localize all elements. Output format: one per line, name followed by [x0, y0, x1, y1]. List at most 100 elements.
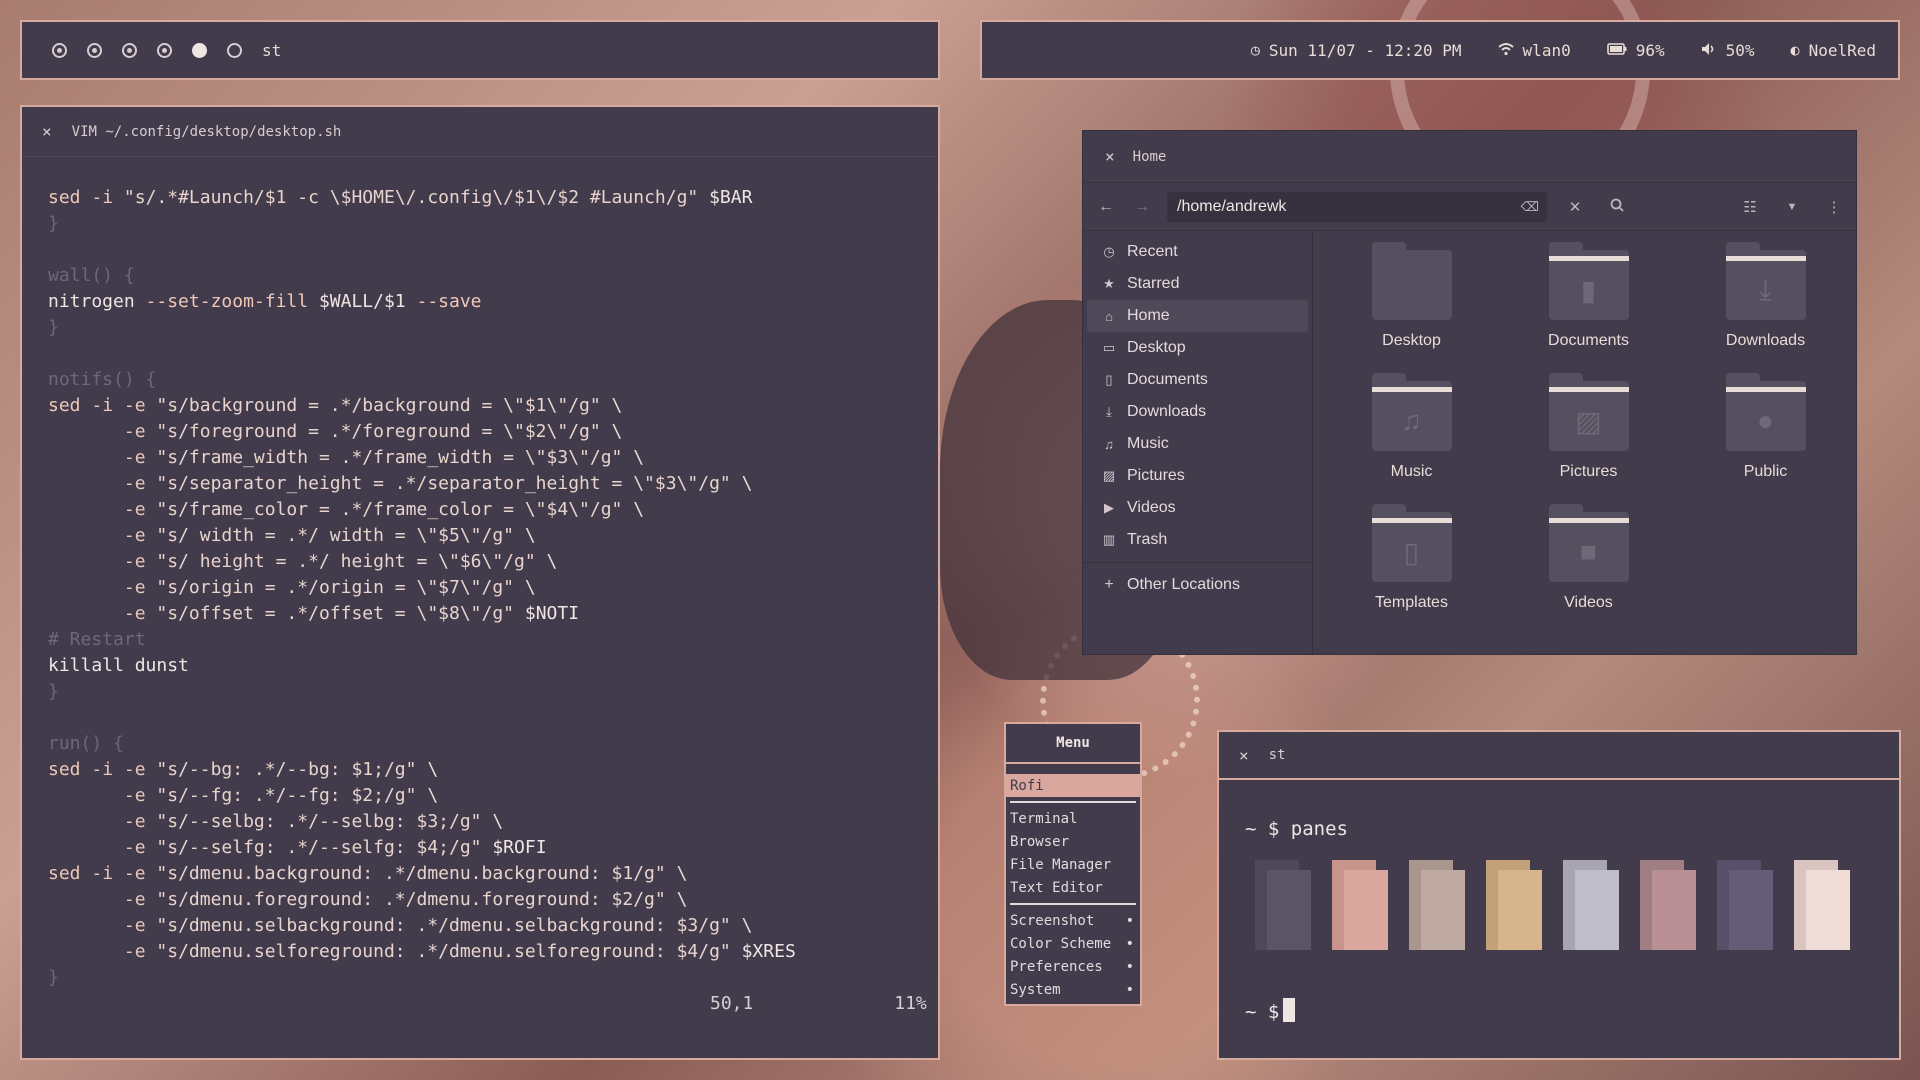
swatch-front — [1498, 870, 1542, 950]
vim-title: VIM ~/.config/desktop/desktop.sh — [71, 123, 342, 140]
network-text: wlan0 — [1522, 40, 1571, 60]
menu-item-system[interactable]: System • — [1006, 978, 1140, 1001]
color-swatch — [1794, 860, 1850, 950]
vim-window[interactable]: × VIM ~/.config/desktop/desktop.sh sed -… — [20, 105, 940, 1060]
downloads-folder-icon: ⤓ — [1725, 242, 1806, 320]
menu-title: Menu — [1006, 724, 1140, 764]
files-toolbar: ← → /home/andrewk ⌫ ✕ ☷ ▼ ⋮ — [1083, 183, 1856, 231]
st-terminal-window[interactable]: × st ~ $ panes ~ $ — [1217, 730, 1901, 1060]
music-folder-icon: ♫ — [1371, 373, 1452, 451]
submenu-marker-icon: • — [1125, 912, 1134, 929]
menu-item-color-scheme[interactable]: Color Scheme • — [1006, 932, 1140, 955]
terminal-prompt[interactable]: ~ $ — [1245, 998, 1296, 1023]
menu-item-file-manager[interactable]: File Manager — [1006, 853, 1140, 876]
sidebar-item-documents[interactable]: ▯ Documents — [1087, 364, 1308, 396]
sidebar-item-downloads[interactable]: ⤓ Downloads — [1087, 396, 1308, 428]
folder-pictures[interactable]: ▨ Pictures — [1500, 373, 1677, 512]
sidebar-item-home[interactable]: ⌂ Home — [1087, 300, 1308, 332]
terminal-line-1: ~ $ panes — [1245, 818, 1348, 840]
color-swatch — [1409, 860, 1465, 950]
folder-music[interactable]: ♫ Music — [1323, 373, 1500, 512]
menu-item-browser[interactable]: Browser — [1006, 830, 1140, 853]
sidebar-item-recent[interactable]: ◷ Recent — [1087, 236, 1308, 268]
chevron-down-icon[interactable]: ▼ — [1778, 201, 1806, 213]
workspace-4[interactable] — [157, 42, 172, 58]
desktop-folder-icon — [1371, 242, 1452, 320]
download-icon: ⤓ — [1106, 404, 1112, 419]
color-swatch — [1486, 860, 1542, 950]
battery-icon — [1606, 42, 1627, 58]
color-swatch — [1717, 860, 1773, 950]
sidebar-divider — [1083, 562, 1312, 563]
view-list-icon[interactable]: ☷ — [1736, 198, 1764, 216]
menu-item-terminal[interactable]: Terminal — [1006, 807, 1140, 830]
path-bar[interactable]: /home/andrewk ⌫ — [1167, 191, 1547, 222]
folder-videos[interactable]: ■ Videos — [1500, 504, 1677, 643]
vim-buffer[interactable]: sed -i "s/.*#Launch/$1 -c \$HOME\/.confi… — [22, 157, 938, 991]
folder-public[interactable]: ● Public — [1677, 373, 1854, 512]
places-sidebar: ◷ Recent ★ Starred ⌂ Home ▭ Desktop ▯ Documen… — [1083, 232, 1313, 654]
workspace-6[interactable] — [227, 42, 242, 58]
sidebar-item-starred[interactable]: ★ Starred — [1087, 268, 1308, 300]
close-path-icon[interactable]: ✕ — [1561, 198, 1589, 216]
plus-icon: + — [1104, 576, 1114, 593]
folder-desktop[interactable]: Desktop — [1323, 242, 1500, 381]
close-icon[interactable]: × — [1105, 147, 1115, 166]
public-folder-icon: ● — [1725, 373, 1806, 451]
sidebar-item-other-locations[interactable]: + Other Locations — [1087, 569, 1308, 601]
back-arrow-icon[interactable]: ← — [1095, 198, 1117, 216]
workspace-3[interactable] — [122, 42, 137, 58]
workspace-2[interactable] — [87, 42, 102, 58]
network-status[interactable]: wlan0 — [1497, 40, 1571, 60]
close-icon[interactable]: × — [1239, 746, 1249, 765]
kebab-menu-icon[interactable]: ⋮ — [1820, 198, 1848, 216]
forward-arrow-icon[interactable]: → — [1131, 198, 1153, 216]
theme-status[interactable]: ◐ NoelRed — [1791, 41, 1876, 60]
home-icon: ⌂ — [1105, 308, 1113, 324]
sidebar-item-pictures[interactable]: ▨ Pictures — [1087, 460, 1308, 492]
swatch-front — [1729, 870, 1773, 950]
clear-path-icon[interactable]: ⌫ — [1521, 199, 1539, 215]
sidebar-item-music[interactable]: ♫ Music — [1087, 428, 1308, 460]
color-swatch — [1255, 860, 1311, 950]
swatch-front — [1575, 870, 1619, 950]
clock-status[interactable]: ◷ Sun 11/07 - 12:20 PM — [1251, 41, 1462, 60]
music-icon: ♫ — [1104, 436, 1114, 452]
menu-item-rofi[interactable]: Rofi — [1006, 774, 1140, 797]
rofi-menu[interactable]: Menu Rofi Terminal Browser File Manager … — [1004, 722, 1142, 1006]
vim-ruler: 50,1 11% — [710, 993, 927, 1014]
sidebar-item-videos[interactable]: ▶ Videos — [1087, 492, 1308, 524]
close-icon[interactable]: × — [42, 122, 52, 141]
path-text: /home/andrewk — [1177, 197, 1287, 215]
status-bar: ◷ Sun 11/07 - 12:20 PM wlan0 96% 50% ◐ N… — [980, 20, 1900, 80]
star-icon: ★ — [1103, 276, 1115, 291]
menu-divider — [1010, 801, 1136, 803]
menu-item-screenshot[interactable]: Screenshot • — [1006, 909, 1140, 932]
menu-item-text-editor[interactable]: Text Editor — [1006, 876, 1140, 899]
submenu-marker-icon: • — [1125, 981, 1134, 998]
files-titlebar: × Home — [1083, 131, 1856, 183]
battery-status[interactable]: 96% — [1606, 40, 1665, 60]
theme-icon: ◐ — [1790, 40, 1800, 59]
submenu-marker-icon: • — [1125, 958, 1134, 975]
desktop-icon: ▭ — [1102, 340, 1116, 355]
workspace-5-active[interactable] — [192, 42, 207, 58]
templates-folder-icon: ▯ — [1371, 504, 1452, 582]
swatch-front — [1267, 870, 1311, 950]
workspace-1[interactable] — [52, 42, 67, 58]
volume-text: 50% — [1725, 40, 1755, 60]
folder-documents[interactable]: ▮ Documents — [1500, 242, 1677, 381]
folder-downloads[interactable]: ⤓ Downloads — [1677, 242, 1854, 381]
folder-templates[interactable]: ▯ Templates — [1323, 504, 1500, 643]
battery-text: 96% — [1635, 40, 1665, 60]
volume-status[interactable]: 50% — [1701, 41, 1755, 60]
sidebar-item-trash[interactable]: ▥ Trash — [1087, 524, 1308, 556]
document-icon: ▯ — [1105, 372, 1113, 387]
color-swatch — [1563, 860, 1619, 950]
color-swatch — [1332, 860, 1388, 950]
menu-item-preferences[interactable]: Preferences • — [1006, 955, 1140, 978]
file-manager-window[interactable]: × Home ← → /home/andrewk ⌫ ✕ ☷ ▼ ⋮ ◷ Rece… — [1082, 130, 1857, 655]
sidebar-item-desktop[interactable]: ▭ Desktop — [1087, 332, 1308, 364]
cursor-position: 50,1 — [710, 993, 754, 1014]
search-icon[interactable] — [1603, 198, 1631, 216]
